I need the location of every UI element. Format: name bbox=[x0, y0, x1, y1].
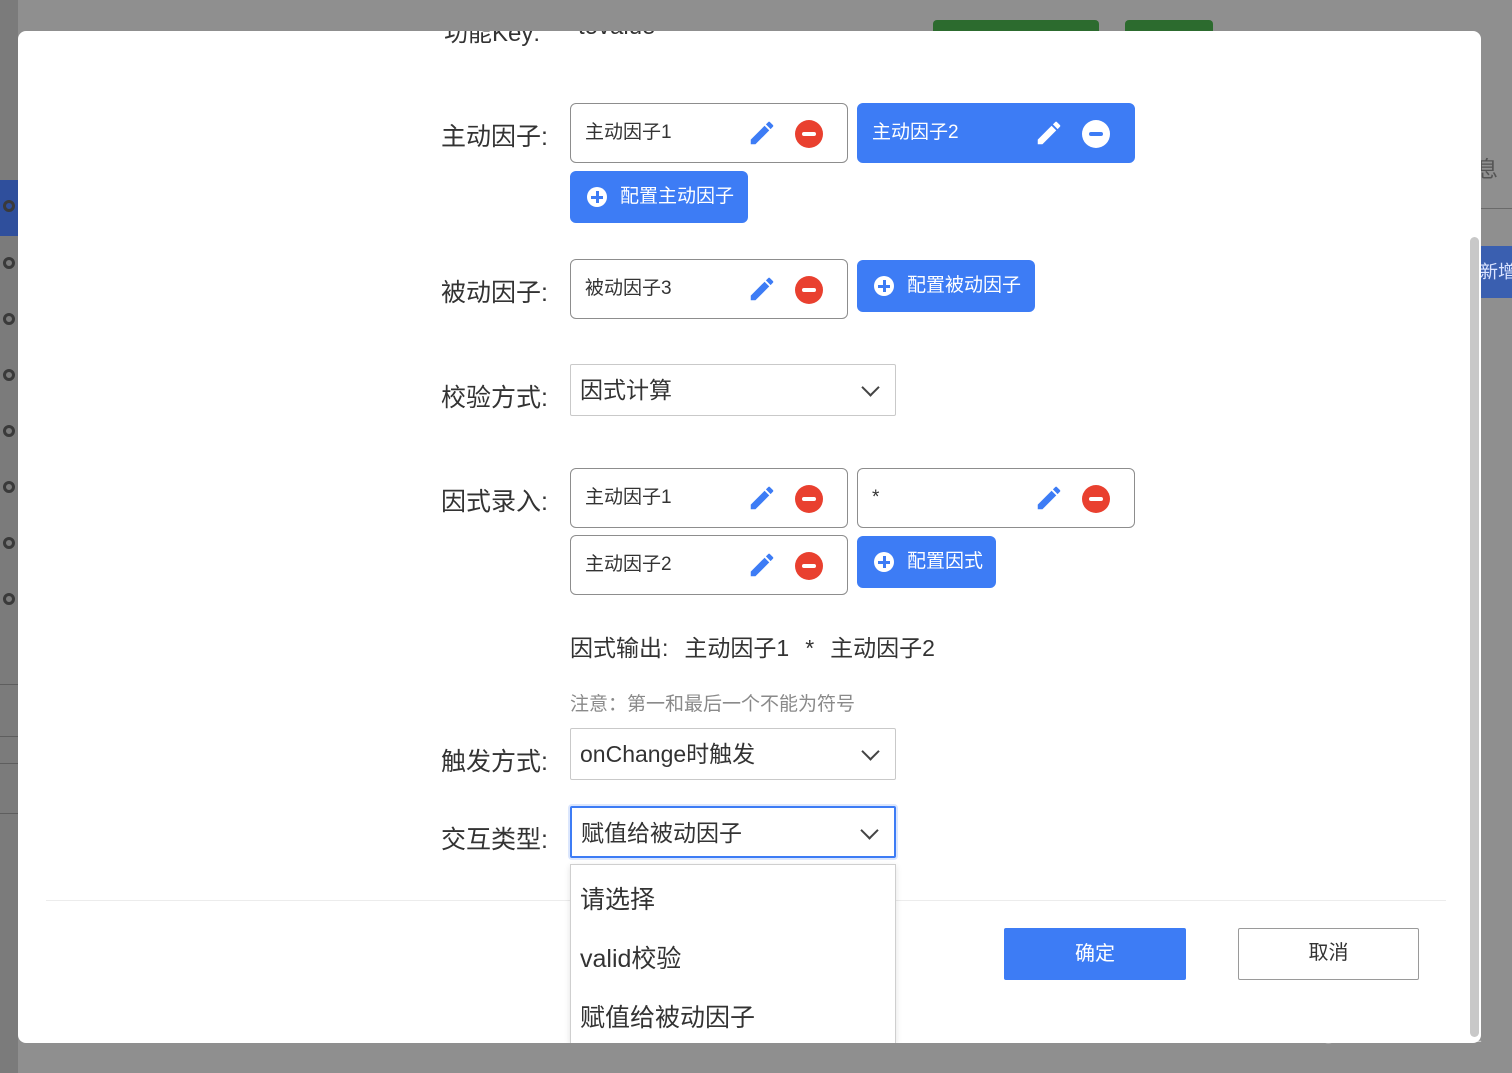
background-add-button: 新增 bbox=[1480, 246, 1512, 298]
formula-output-part: 主动因子1 bbox=[684, 635, 790, 661]
formula-note: 注意：第一和最后一个不能为符号 bbox=[570, 694, 856, 715]
plus-circle-icon bbox=[874, 552, 894, 572]
modal-scrollbar[interactable] bbox=[1470, 237, 1479, 1037]
add-passive-factor-label: 配置被动因子 bbox=[907, 275, 1022, 296]
confirm-button[interactable]: 确定 bbox=[1004, 928, 1186, 980]
remove-icon[interactable] bbox=[795, 276, 823, 304]
remove-icon[interactable] bbox=[795, 485, 823, 513]
gear-icon bbox=[3, 593, 15, 605]
dropdown-option[interactable]: 赋值给被动因子 bbox=[580, 998, 755, 1034]
pencil-icon[interactable] bbox=[747, 118, 777, 148]
formula-output-label: 因式输出: bbox=[570, 635, 669, 661]
chevron-down-icon bbox=[860, 821, 879, 840]
gear-icon bbox=[3, 537, 15, 549]
chip-label: 被动因子3 bbox=[585, 278, 672, 299]
pencil-icon[interactable] bbox=[1034, 483, 1064, 513]
interaction-type-dropdown: 请选择 valid校验 赋值给被动因子 bbox=[570, 864, 896, 1043]
background-divider bbox=[0, 813, 18, 814]
passive-factor-chip[interactable]: 被动因子3 bbox=[570, 259, 848, 319]
passive-factor-label: 被动因子: bbox=[441, 279, 548, 307]
select-value: 因式计算 bbox=[580, 377, 672, 403]
background-divider bbox=[0, 763, 18, 764]
active-factor-chip[interactable]: 主动因子1 bbox=[570, 103, 848, 163]
select-value: 赋值给被动因子 bbox=[581, 820, 742, 846]
interaction-type-label: 交互类型: bbox=[441, 826, 548, 854]
check-method-label: 校验方式: bbox=[441, 384, 548, 412]
formula-output: 因式输出: 主动因子1 * 主动因子2 bbox=[570, 629, 951, 663]
chip-label: * bbox=[872, 487, 880, 508]
select-value: onChange时触发 bbox=[580, 741, 756, 767]
chevron-down-icon bbox=[861, 378, 880, 397]
gear-icon bbox=[3, 200, 15, 212]
gear-icon bbox=[3, 313, 15, 325]
pencil-icon[interactable] bbox=[747, 550, 777, 580]
trigger-method-select[interactable]: onChange时触发 bbox=[570, 728, 896, 780]
remove-icon[interactable] bbox=[1082, 120, 1110, 148]
formula-input-label: 因式录入: bbox=[441, 488, 548, 516]
function-key-value: tovalue bbox=[578, 31, 655, 41]
formula-output-part: * bbox=[805, 635, 815, 661]
formula-chip[interactable]: * bbox=[857, 468, 1135, 528]
active-factor-label: 主动因子: bbox=[441, 123, 548, 151]
interaction-type-select[interactable]: 赋值给被动因子 bbox=[570, 806, 896, 858]
chip-label: 主动因子2 bbox=[585, 554, 672, 575]
remove-icon[interactable] bbox=[795, 552, 823, 580]
check-method-select[interactable]: 因式计算 bbox=[570, 364, 896, 416]
add-passive-factor-button[interactable]: 配置被动因子 bbox=[857, 260, 1035, 312]
pencil-icon[interactable] bbox=[747, 274, 777, 304]
active-factor-chip-selected[interactable]: 主动因子2 bbox=[857, 103, 1135, 163]
add-active-factor-button[interactable]: 配置主动因子 bbox=[570, 171, 748, 223]
chip-label: 主动因子1 bbox=[585, 122, 672, 143]
function-key-label: 功能Key: bbox=[444, 31, 541, 47]
add-active-factor-label: 配置主动因子 bbox=[620, 186, 735, 207]
pencil-icon[interactable] bbox=[747, 483, 777, 513]
background-divider bbox=[0, 736, 18, 737]
cancel-button[interactable]: 取消 bbox=[1238, 928, 1419, 980]
chip-label: 主动因子1 bbox=[585, 487, 672, 508]
remove-icon[interactable] bbox=[1082, 485, 1110, 513]
gear-icon bbox=[3, 369, 15, 381]
remove-icon[interactable] bbox=[795, 120, 823, 148]
pencil-icon[interactable] bbox=[1034, 118, 1064, 148]
background-divider bbox=[0, 684, 18, 685]
gear-icon bbox=[3, 425, 15, 437]
gear-icon bbox=[3, 257, 15, 269]
trigger-method-label: 触发方式: bbox=[441, 748, 548, 776]
formula-chip[interactable]: 主动因子2 bbox=[570, 535, 848, 595]
gear-icon bbox=[3, 481, 15, 493]
config-modal: 功能Key: tovalue 主动因子: 主动因子1 主动因子2 配置主动因子 … bbox=[18, 31, 1481, 1043]
background-add-button-label: 新增 bbox=[1480, 262, 1512, 282]
add-formula-button[interactable]: 配置因式 bbox=[857, 536, 996, 588]
dropdown-option[interactable]: valid校验 bbox=[580, 939, 681, 975]
add-formula-label: 配置因式 bbox=[907, 551, 984, 572]
formula-output-part: 主动因子2 bbox=[830, 635, 935, 661]
plus-circle-icon bbox=[587, 187, 607, 207]
plus-circle-icon bbox=[874, 276, 894, 296]
background-divider bbox=[1480, 208, 1512, 209]
dropdown-option[interactable]: 请选择 bbox=[580, 880, 655, 916]
chevron-down-icon bbox=[861, 742, 880, 761]
formula-chip[interactable]: 主动因子1 bbox=[570, 468, 848, 528]
chip-label: 主动因子2 bbox=[872, 122, 959, 143]
